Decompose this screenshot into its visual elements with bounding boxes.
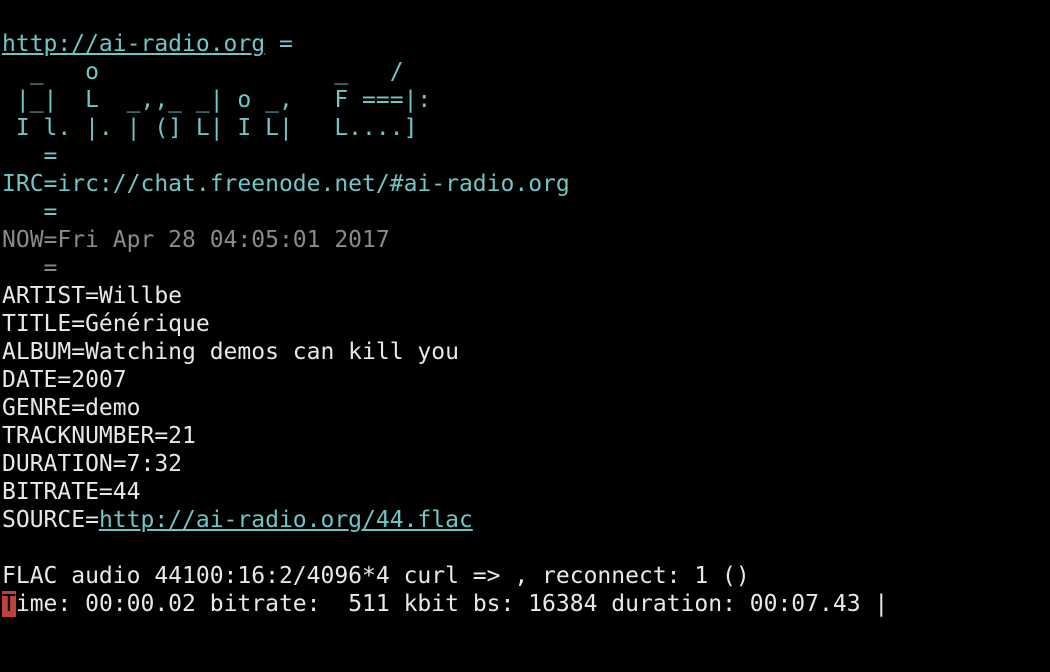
tag-date: DATE=2007	[2, 367, 127, 393]
tag-bitrate: BITRATE=44	[2, 479, 141, 505]
source-label: SOURCE=	[2, 507, 99, 533]
stream-info-line: FLAC audio 44100:16:2/4096*4 curl => , r…	[2, 563, 750, 589]
tag-duration: DURATION=7:32	[2, 451, 183, 477]
terminal-window[interactable]: http://ai-radio.org = _ o _ / |_| L _,,_…	[0, 0, 1050, 672]
now-line: NOW=Fri Apr 28 04:05:01 2017	[2, 226, 1050, 254]
ascii-logo-line-3: I l. |. | (] L| I L| L....]	[2, 115, 418, 141]
separator-3: =	[2, 255, 58, 281]
separator-1: =	[2, 143, 58, 169]
website-link[interactable]: http://ai-radio.org	[2, 31, 265, 57]
progress-line: Time: 00:00.02 bitrate: 511 kbit bs: 163…	[2, 590, 1050, 618]
irc-address[interactable]: irc://chat.freenode.net/#ai-radio.org	[57, 171, 569, 197]
now-timestamp: Fri Apr 28 04:05:01 2017	[57, 227, 390, 253]
separator-2: =	[2, 199, 58, 225]
tag-source: SOURCE=http://ai-radio.org/44.flac	[2, 506, 1050, 534]
url-suffix: =	[265, 31, 293, 57]
tag-genre: GENRE=demo	[2, 395, 141, 421]
ascii-logo-line-1: _ o _ /	[2, 59, 404, 85]
source-link[interactable]: http://ai-radio.org/44.flac	[99, 507, 473, 533]
tag-tracknumber: TRACKNUMBER=21	[2, 423, 196, 449]
tag-artist: ARTIST=Willbe	[2, 283, 183, 309]
url-line: http://ai-radio.org =	[2, 30, 1050, 58]
terminal-cursor: T	[2, 591, 16, 617]
irc-line: IRC=irc://chat.freenode.net/#ai-radio.or…	[2, 170, 1050, 198]
progress-status: ime: 00:00.02 bitrate: 511 kbit bs: 1638…	[15, 591, 889, 617]
tag-title: TITLE=Générique	[2, 311, 210, 337]
now-label: NOW=	[2, 227, 58, 253]
irc-label: IRC=	[2, 171, 58, 197]
ascii-logo-line-2: |_| L _,,_ _| o _, F ===|:	[2, 87, 432, 113]
tag-album: ALBUM=Watching demos can kill you	[2, 339, 459, 365]
